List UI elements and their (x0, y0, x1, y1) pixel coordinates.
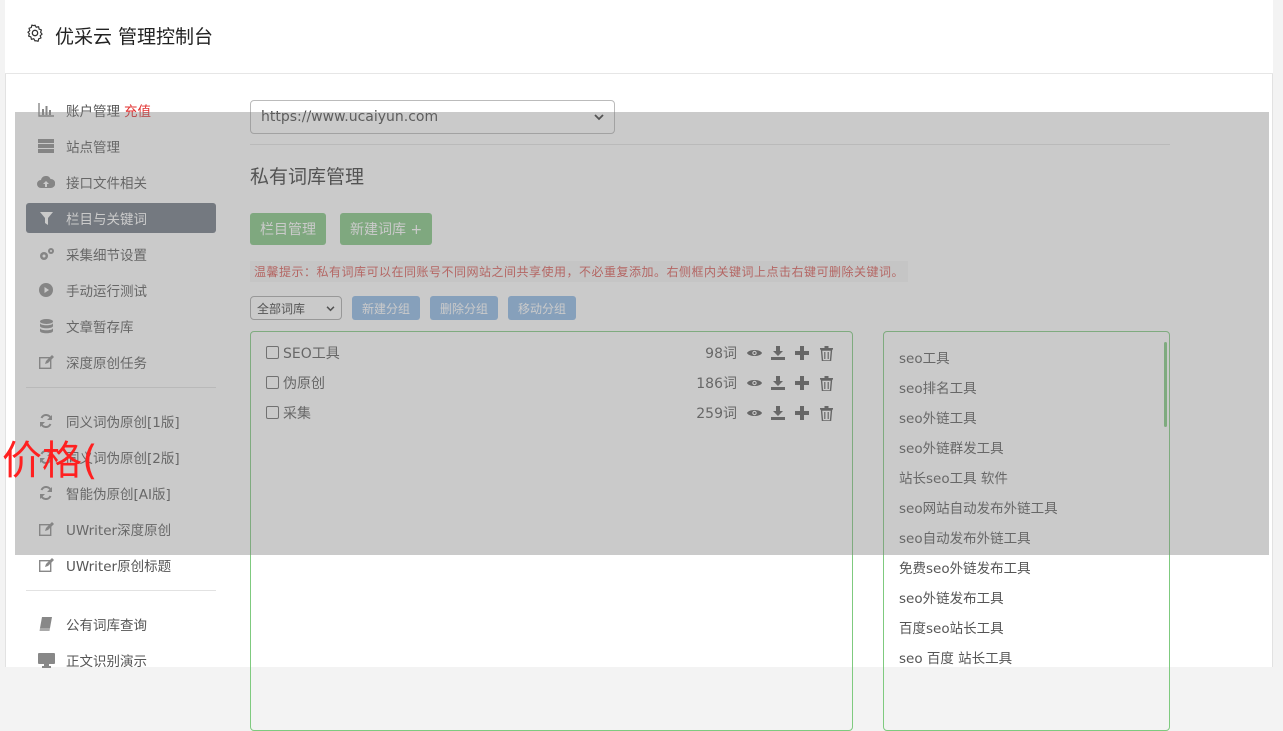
edit-icon (26, 558, 66, 572)
overlay-text: 价格( (2, 438, 98, 484)
keyword-item[interactable]: seo外链发布工具 (884, 582, 1169, 612)
keyword-item[interactable]: 免费seo外链发布工具 (884, 552, 1169, 582)
keyword-item[interactable]: 百度seo站长工具 (884, 612, 1169, 642)
gray-overlay (15, 112, 1269, 555)
sidebar-item-text-recognition[interactable]: 正文识别演示 (26, 645, 216, 675)
sidebar-item-label: 正文识别演示 (66, 654, 147, 670)
gear-icon (27, 24, 43, 42)
sidebar-divider (26, 590, 216, 591)
sidebar-item-public-lib[interactable]: 公有词库查询 (26, 609, 216, 639)
sidebar-item-label: UWriter原创标题 (66, 559, 172, 575)
book-icon (26, 617, 66, 631)
console-title: 优采云 管理控制台 (55, 26, 214, 48)
monitor-icon (26, 652, 66, 668)
sidebar-item-label: 公有词库查询 (66, 618, 147, 634)
keyword-item[interactable]: seo 百度 站长工具 (884, 642, 1169, 672)
top-header: 优采云 管理控制台 (5, 0, 1273, 74)
